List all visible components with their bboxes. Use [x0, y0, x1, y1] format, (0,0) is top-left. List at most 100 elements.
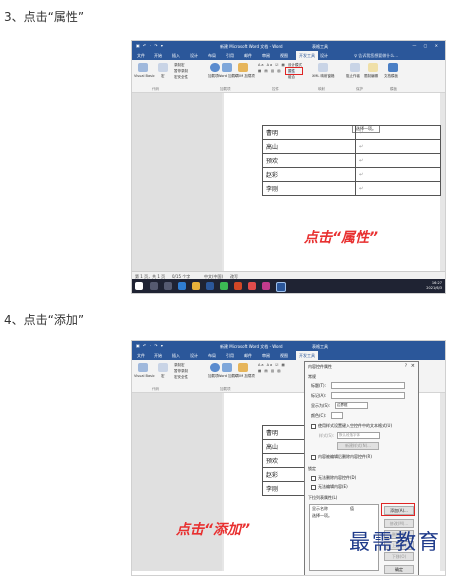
tab-developer[interactable]: 开发工具 — [296, 351, 318, 360]
remove-on-edit-checkbox[interactable]: 内容被编辑后删除内容控件(R) — [311, 454, 372, 460]
addins-button[interactable]: 加载项 — [208, 74, 219, 79]
app-icon[interactable] — [262, 282, 270, 290]
title-input[interactable] — [331, 382, 405, 389]
word-app-icon[interactable] — [206, 282, 214, 290]
search-icon[interactable] — [150, 282, 158, 290]
remove-on-edit-label: 内容被编辑后删除内容控件(R) — [318, 454, 372, 459]
use-style-checkbox[interactable]: 使用样式设置键入空控件中的文本格式(U) — [311, 423, 392, 429]
macro-security-button[interactable]: 宏安全性 — [174, 75, 188, 80]
com-addins-button[interactable]: COM 加载项 — [235, 374, 255, 379]
quick-access-toolbar[interactable]: ▣ ↶ · ↷ ▾ — [136, 343, 164, 348]
table-cell-name[interactable]: 李刚 — [262, 181, 356, 196]
controls-gallery-row2[interactable]: ▦ ▤ ▥ ▧ — [258, 69, 282, 73]
tab-view[interactable]: 视图 — [280, 353, 288, 359]
tab-view[interactable]: 视图 — [280, 53, 288, 59]
com-addins-icon[interactable] — [238, 63, 248, 72]
tab-review[interactable]: 审阅 — [262, 353, 270, 359]
quick-access-toolbar[interactable]: ▣ ↶ · ↷ ▾ — [136, 43, 164, 48]
display-as-select[interactable]: 边界框 — [335, 402, 368, 409]
visual-basic-button[interactable]: Visual Basic — [134, 374, 155, 378]
table-cell-name[interactable]: 预欢 — [262, 153, 356, 168]
new-style-button[interactable]: 新建样式(N)... — [337, 442, 379, 450]
app-icon[interactable] — [248, 282, 256, 290]
macro-security-button[interactable]: 宏安全性 — [174, 375, 188, 380]
powerpoint-icon[interactable] — [234, 282, 242, 290]
record-macro-button[interactable]: 录制宏 — [174, 363, 185, 368]
addins-button[interactable]: 加载项 — [208, 374, 219, 379]
addins-icon[interactable] — [210, 363, 220, 372]
macros-button[interactable]: 宏 — [161, 74, 165, 79]
document-template-button[interactable]: 文档模板 — [384, 74, 398, 79]
task-view-icon[interactable] — [164, 282, 172, 290]
ok-button[interactable]: 确定 — [384, 565, 414, 574]
pause-record-button[interactable]: 暂停录制 — [174, 369, 188, 374]
group-button[interactable]: 组合 — [288, 75, 295, 80]
tab-references[interactable]: 引用 — [226, 353, 234, 359]
tab-mailings[interactable]: 邮件 — [244, 53, 252, 59]
restrict-editing-icon[interactable] — [368, 63, 378, 72]
tag-input[interactable] — [331, 392, 405, 399]
start-icon[interactable] — [135, 282, 143, 290]
tab-home[interactable]: 开始 — [154, 53, 162, 59]
list-item[interactable]: 选择一项。 — [312, 513, 332, 519]
tab-mailings[interactable]: 邮件 — [244, 353, 252, 359]
word-addins-icon[interactable] — [222, 63, 232, 72]
tab-insert[interactable]: 插入 — [172, 53, 180, 59]
controls-gallery-row2[interactable]: ▦ ▤ ▥ ▧ — [258, 369, 282, 373]
record-macro-button[interactable]: 录制宏 — [174, 63, 185, 68]
tab-table-design[interactable]: 设计 — [320, 53, 328, 59]
tab-layout[interactable]: 布局 — [208, 53, 216, 59]
table-row: 曹明↵ — [262, 125, 441, 140]
document-template-icon[interactable] — [388, 63, 398, 72]
tab-review[interactable]: 审阅 — [262, 53, 270, 59]
table-cell[interactable]: ↵ — [355, 181, 441, 196]
visual-basic-icon[interactable] — [138, 63, 148, 72]
explorer-icon[interactable] — [192, 282, 200, 290]
chrome-icon[interactable] — [220, 282, 228, 290]
cannot-delete-checkbox[interactable]: 无法删除内容控件(D) — [311, 475, 356, 481]
window-controls[interactable]: — ▢ ✕ — [412, 43, 441, 48]
table-cell-name[interactable]: 赵彩 — [262, 167, 356, 182]
tell-me-box[interactable]: ♀ 告诉我您想要做什么… — [354, 53, 398, 59]
table-cell[interactable]: ↵ — [355, 167, 441, 182]
block-authors-button[interactable]: 阻止作者 — [346, 74, 360, 79]
table-cell-name[interactable]: 曹明 — [262, 125, 356, 140]
controls-gallery[interactable]: Aa Aa ☑ ▦ — [258, 363, 286, 367]
visual-basic-icon[interactable] — [138, 363, 148, 372]
pause-record-button[interactable]: 暂停录制 — [174, 69, 188, 74]
addins-icon[interactable] — [210, 63, 220, 72]
table-cell-name[interactable]: 高山 — [262, 139, 356, 154]
com-addins-icon[interactable] — [238, 363, 248, 372]
table-cell[interactable]: ↵ — [355, 153, 441, 168]
tab-file[interactable]: 文件 — [137, 53, 145, 59]
xml-mapping-icon[interactable] — [318, 63, 328, 72]
visual-basic-button[interactable]: Visual Basic — [134, 74, 155, 78]
tab-layout[interactable]: 布局 — [208, 353, 216, 359]
xml-mapping-button[interactable]: XML 映射窗格 — [312, 74, 334, 79]
tab-references[interactable]: 引用 — [226, 53, 234, 59]
tab-file[interactable]: 文件 — [137, 353, 145, 359]
tab-developer[interactable]: 开发工具 — [296, 51, 318, 60]
help-icon[interactable]: ? — [405, 363, 407, 368]
tab-design[interactable]: 设计 — [190, 53, 198, 59]
controls-gallery[interactable]: Aa Aa ☑ ▦ — [258, 63, 286, 67]
color-picker[interactable] — [331, 412, 343, 419]
restrict-editing-button[interactable]: 限制编辑 — [364, 74, 378, 79]
word-addins-icon[interactable] — [222, 363, 232, 372]
macros-button[interactable]: 宏 — [161, 374, 165, 379]
word-active-icon[interactable] — [276, 282, 286, 292]
tab-insert[interactable]: 插入 — [172, 353, 180, 359]
tab-home[interactable]: 开始 — [154, 353, 162, 359]
block-authors-icon[interactable] — [350, 63, 360, 72]
tab-design[interactable]: 设计 — [190, 353, 198, 359]
macros-icon[interactable] — [158, 63, 168, 72]
macros-icon[interactable] — [158, 363, 168, 372]
close-icon[interactable]: × — [411, 363, 415, 369]
style-select[interactable]: 默认段落字体 — [337, 432, 380, 439]
table-cell[interactable]: ↵ — [355, 139, 441, 154]
cannot-edit-checkbox[interactable]: 无法编辑内容(E) — [311, 484, 348, 490]
com-addins-button[interactable]: COM 加载项 — [235, 74, 255, 79]
word-screenshot-step3: ▣ ↶ · ↷ ▾ 新建 Microsoft Word 文档 - Word 表格… — [131, 40, 446, 294]
edge-icon[interactable] — [178, 282, 186, 290]
table-cell[interactable]: ↵ — [355, 125, 441, 140]
